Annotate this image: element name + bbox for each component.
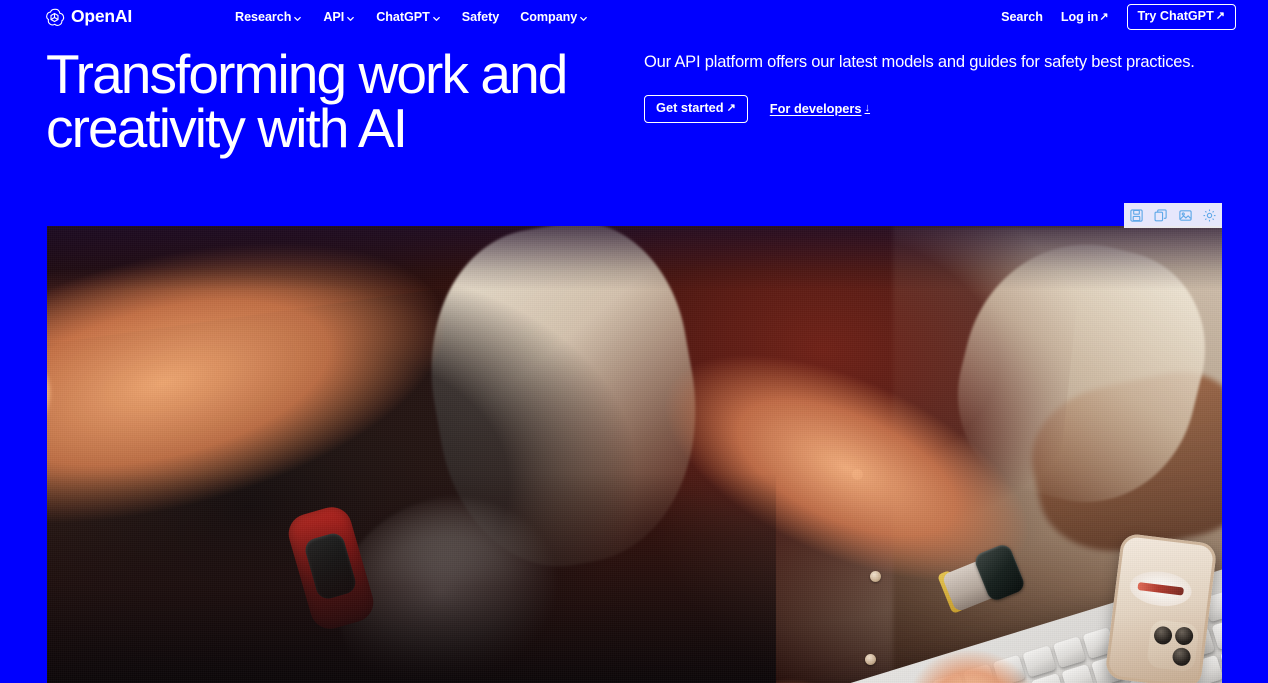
hero-right-column: Our API platform offers our latest model…	[644, 50, 1214, 123]
for-developers-label: For developers	[769, 100, 862, 116]
page-title: Transforming work and creativity with AI	[46, 43, 568, 159]
settings-icon-button[interactable]	[1201, 207, 1219, 225]
photo-phone-camera-module	[1146, 618, 1200, 673]
arrow-down-icon: ↓	[864, 102, 871, 115]
settings-icon	[1202, 208, 1217, 223]
nav-item-company-label: Company	[520, 9, 578, 24]
nav-item-chatgpt[interactable]: ChatGPT	[376, 11, 441, 24]
try-chatgpt-button[interactable]: Try ChatGPT ↗	[1126, 4, 1236, 30]
chevron-down-icon	[293, 13, 302, 22]
brand-name: OpenAI	[71, 6, 133, 27]
photo-phone-camera-lens	[1153, 625, 1174, 646]
photo-left-hand-fingers	[47, 323, 71, 493]
chevron-down-icon	[432, 13, 441, 22]
nav-links: Research API ChatGPT Safety Company	[235, 11, 588, 24]
arrow-up-right-icon: ↗	[726, 101, 736, 114]
try-chatgpt-label: Try ChatGPT	[1137, 9, 1214, 24]
image-icon	[1178, 208, 1193, 223]
save-icon	[1129, 208, 1144, 223]
get-started-button[interactable]: Get started ↗	[644, 95, 748, 123]
photo-bottom-vignette	[47, 472, 776, 683]
image-icon-button[interactable]	[1176, 207, 1194, 225]
nav-item-safety[interactable]: Safety	[462, 11, 500, 24]
photo-smartphone	[1104, 532, 1218, 683]
hero-section: Transforming work and creativity with AI…	[0, 34, 1268, 226]
photo-top-vignette	[47, 226, 1222, 290]
photo-phone-camera-lens	[1171, 646, 1192, 667]
image-hover-toolbar[interactable]	[1124, 203, 1222, 228]
nav-item-chatgpt-label: ChatGPT	[376, 9, 430, 24]
arrow-up-right-icon: ↗	[1215, 10, 1225, 22]
search-label: Search	[1001, 9, 1043, 24]
photo-shirt-button	[865, 654, 876, 665]
nav-actions: Search Log in ↗ Try ChatGPT ↗	[1001, 4, 1236, 30]
nav-item-api-label: API	[323, 9, 345, 24]
hero-image	[47, 226, 1222, 683]
arrow-up-right-icon: ↗	[1099, 10, 1109, 23]
chevron-down-icon	[579, 13, 588, 22]
brand-logo-link[interactable]: OpenAI	[44, 7, 132, 28]
nav-item-api[interactable]: API	[323, 11, 355, 24]
hero-photo	[47, 226, 1222, 683]
hero-actions: Get started ↗ For developers ↓	[644, 95, 1214, 123]
search-button[interactable]: Search	[1001, 11, 1043, 24]
copy-icon	[1153, 208, 1168, 223]
get-started-label: Get started	[656, 100, 724, 115]
save-icon-button[interactable]	[1127, 207, 1145, 225]
nav-item-research[interactable]: Research	[235, 11, 302, 24]
login-label: Log in	[1060, 9, 1099, 24]
copy-icon-button[interactable]	[1152, 207, 1170, 225]
photo-phone-camera-lens	[1174, 625, 1195, 647]
nav-item-safety-label: Safety	[461, 9, 500, 24]
hero-description: Our API platform offers our latest model…	[644, 53, 1195, 71]
chevron-down-icon	[346, 13, 355, 22]
nav-item-company[interactable]: Company	[520, 11, 588, 24]
openai-logo-icon	[44, 7, 65, 28]
top-navigation-bar: OpenAI Research API ChatGPT Safety Compa…	[0, 0, 1268, 34]
photo-phone-sticker	[1127, 568, 1194, 610]
for-developers-link[interactable]: For developers ↓	[769, 100, 871, 116]
nav-item-research-label: Research	[235, 9, 292, 24]
login-link[interactable]: Log in ↗	[1061, 11, 1109, 24]
